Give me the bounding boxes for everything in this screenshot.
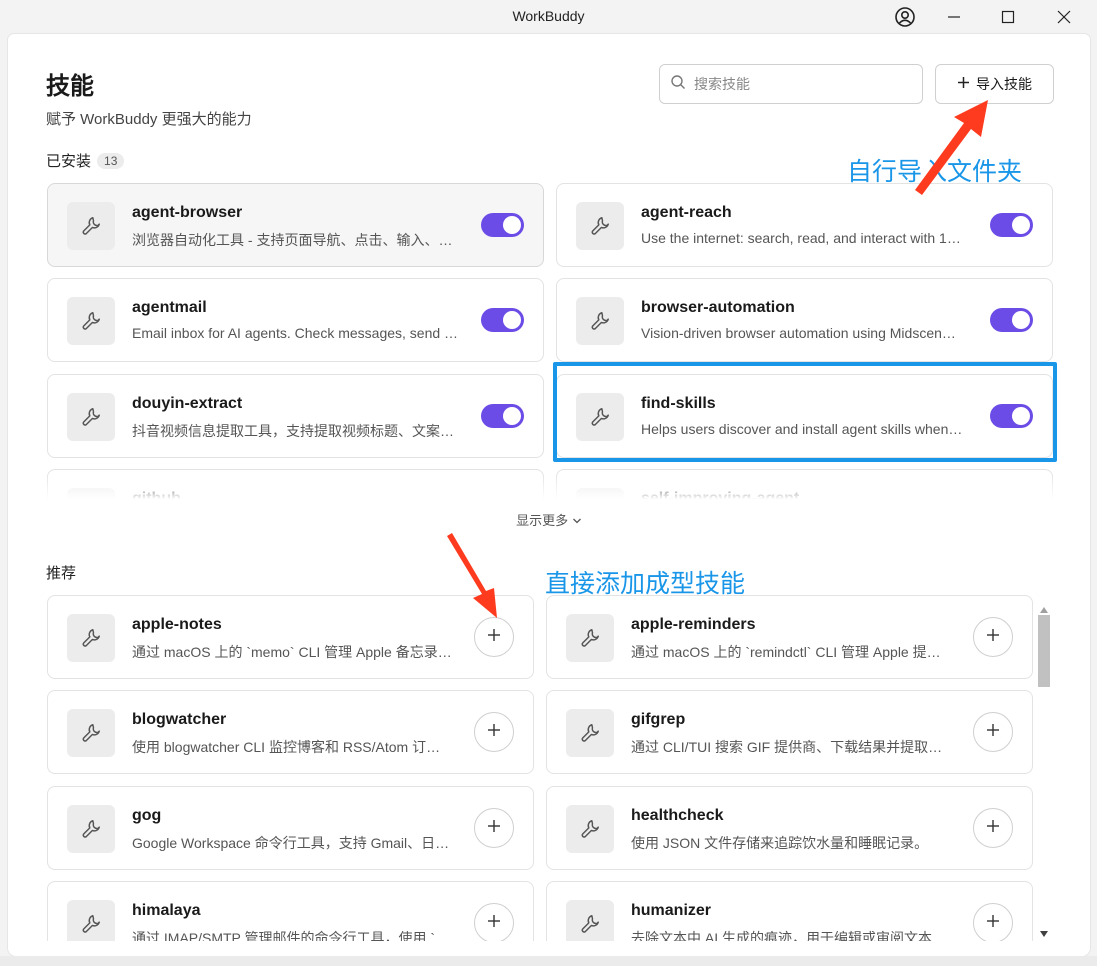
annotation-arrow-import <box>915 100 988 195</box>
bottom-strip <box>0 956 1097 966</box>
annotation-arrows <box>447 100 988 618</box>
annotation-arrow-add <box>447 533 497 618</box>
